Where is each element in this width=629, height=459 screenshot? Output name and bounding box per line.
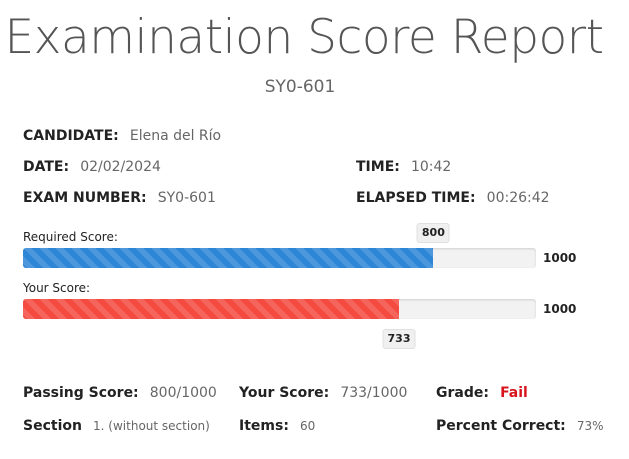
passing-score-value: 800/1000 (149, 385, 217, 401)
passing-score-label: Passing Score: (23, 385, 139, 401)
candidate-row: CANDIDATE: Elena del Río (23, 124, 221, 147)
date-value: 02/02/2024 (80, 159, 161, 175)
required-score-bar (23, 248, 536, 268)
time-value: 10:42 (410, 159, 452, 175)
elapsed-time-row: ELAPSED TIME: 00:26:42 (356, 186, 550, 209)
section-value: 1. (without section) (93, 419, 210, 433)
time-row: TIME: 10:42 (356, 155, 451, 178)
elapsed-time-value: 00:26:42 (486, 190, 550, 206)
items-value: 60 (300, 419, 316, 433)
exam-number-value: SY0-601 (157, 190, 216, 206)
required-score-max: 1000 (543, 251, 577, 265)
candidate-value: Elena del Río (129, 128, 222, 144)
candidate-label: CANDIDATE: (23, 128, 119, 144)
your-score-fill (23, 299, 400, 319)
your-score-bar (23, 299, 536, 319)
your-score-summary-value: 733/1000 (340, 385, 408, 401)
percent-correct-row: Percent Correct: 73% (436, 414, 604, 437)
your-score-summary-label: Your Score: (239, 385, 330, 401)
date-row: DATE: 02/02/2024 (23, 155, 161, 178)
percent-correct-value: 73% (576, 419, 604, 433)
elapsed-time-label: ELAPSED TIME: (356, 190, 476, 206)
grade-value: Fail (500, 385, 528, 401)
items-row: Items: 60 (239, 414, 315, 437)
items-label: Items: (239, 418, 289, 434)
your-score-bar-label: Your Score: (23, 281, 91, 295)
your-score-summary-row: Your Score: 733/1000 (239, 381, 407, 404)
time-label: TIME: (356, 159, 400, 175)
grade-label: Grade: (436, 385, 489, 401)
percent-correct-label: Percent Correct: (436, 418, 566, 434)
exam-number-label: EXAM NUMBER: (23, 190, 147, 206)
your-score-marker: 733 (382, 329, 416, 349)
passing-score-row: Passing Score: 800/1000 (23, 381, 217, 404)
section-label: Section (23, 418, 82, 434)
your-score-max: 1000 (543, 302, 577, 316)
exam-number-row: EXAM NUMBER: SY0-601 (23, 186, 216, 209)
date-label: DATE: (23, 159, 70, 175)
section-row: Section 1. (without section) (23, 414, 210, 437)
grade-row: Grade: Fail (436, 381, 528, 404)
report-title: Examination Score Report (4, 10, 604, 65)
required-score-label: Required Score: (23, 230, 118, 244)
required-score-marker: 800 (416, 223, 450, 243)
exam-code-subtitle: SY0-601 (264, 77, 336, 97)
required-score-fill (23, 248, 434, 268)
